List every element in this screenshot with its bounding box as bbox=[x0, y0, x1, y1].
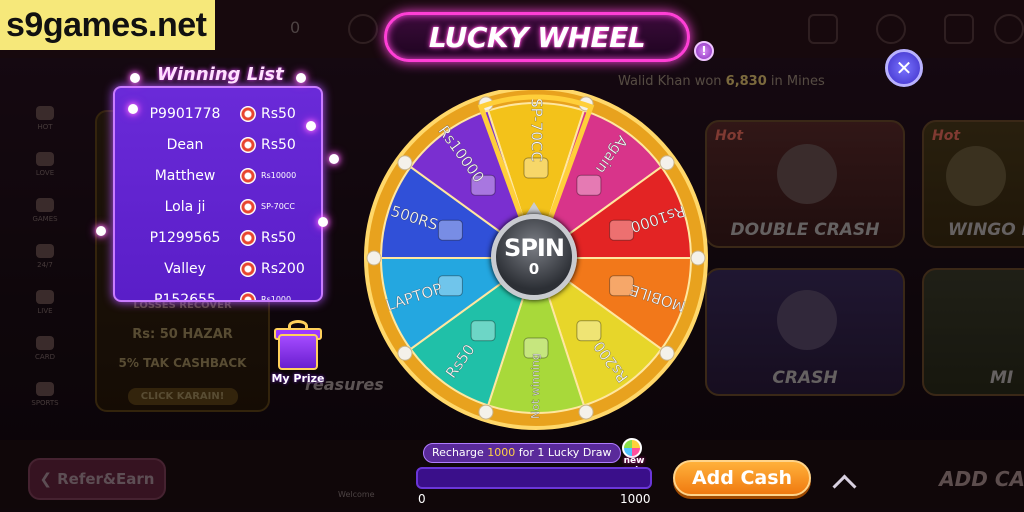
casino-chip-icon bbox=[240, 136, 256, 153]
casino-chip-icon bbox=[240, 167, 256, 184]
winning-list-row: Lola ji SP-70CC bbox=[115, 191, 321, 222]
winner-prize: Rs200 bbox=[261, 260, 305, 277]
winner-prize: Rs1000 bbox=[261, 295, 292, 302]
winner-name: Lola ji bbox=[164, 198, 206, 215]
winner-prize: SP-70CC bbox=[261, 202, 295, 211]
winner-prize: Rs50 bbox=[261, 136, 296, 153]
marquee-light bbox=[329, 154, 339, 164]
rim-light bbox=[366, 250, 382, 266]
winner-name: Matthew bbox=[154, 167, 216, 184]
recharge-progress-bar bbox=[416, 467, 652, 489]
wheel-segment-label: Not winning bbox=[529, 353, 542, 419]
winning-list-row: P152655 Rs1000 bbox=[115, 284, 321, 302]
ticket-icon bbox=[576, 174, 602, 196]
close-icon[interactable]: ✕ bbox=[885, 49, 923, 87]
rim-light bbox=[690, 250, 706, 266]
rim-light bbox=[478, 404, 494, 420]
casino-chip-icon bbox=[240, 229, 256, 246]
rim-light bbox=[397, 345, 413, 361]
new-spin-badge: new spin bbox=[612, 438, 652, 476]
spin-button[interactable]: SPIN 0 bbox=[491, 214, 577, 300]
my-prize-button[interactable]: My Prize bbox=[270, 320, 326, 392]
lucky-wheel-title-banner: LUCKY WHEEL bbox=[384, 12, 690, 62]
marquee-light bbox=[306, 121, 316, 131]
wheel-segment-label: SP-70CC bbox=[528, 98, 546, 162]
winning-list-panel[interactable]: P9901778 Rs50 Dean Rs50 Matthew Rs10000 Lola j… bbox=[113, 86, 323, 302]
rim-light bbox=[659, 345, 675, 361]
spin-label: SPIN bbox=[504, 234, 565, 262]
winning-list-title: Winning List bbox=[157, 64, 284, 85]
cash-stack-icon bbox=[576, 320, 602, 342]
recharge-amount: 1000 bbox=[487, 446, 516, 459]
rim-light bbox=[397, 155, 413, 171]
winner-name: Valley bbox=[164, 260, 206, 277]
winner-name: P152655 bbox=[154, 291, 216, 302]
winner-name: P1299565 bbox=[149, 229, 221, 246]
rim-light bbox=[578, 404, 594, 420]
chevron-up-icon[interactable] bbox=[830, 468, 856, 494]
marquee-light bbox=[128, 104, 138, 114]
winner-prize: Rs50 bbox=[261, 229, 296, 246]
info-icon[interactable]: ! bbox=[694, 41, 714, 61]
casino-chip-icon bbox=[240, 105, 256, 122]
winner-name: Dean bbox=[166, 136, 204, 153]
winning-list-row: P1299565 Rs50 bbox=[115, 222, 321, 253]
casino-chip-icon bbox=[240, 198, 256, 215]
recharge-tip: Recharge 1000 for 1 Lucky Draw bbox=[423, 443, 621, 463]
marquee-light bbox=[130, 73, 140, 83]
progress-max-label: 1000 bbox=[620, 492, 651, 506]
my-prize-label: My Prize bbox=[271, 372, 325, 385]
cash-stack-icon bbox=[437, 219, 463, 241]
lucky-wheel-icon bbox=[622, 438, 642, 458]
rim-light bbox=[659, 155, 675, 171]
site-watermark: s9games.net bbox=[0, 0, 215, 50]
casino-chip-icon bbox=[240, 260, 256, 277]
winning-list-row: P9901778 Rs50 bbox=[115, 98, 321, 129]
winning-list-row: Dean Rs50 bbox=[115, 129, 321, 160]
marquee-light bbox=[318, 217, 328, 227]
modal-title: LUCKY WHEEL bbox=[428, 20, 646, 54]
cash-stack-icon bbox=[470, 320, 496, 342]
winner-prize: Rs10000 bbox=[261, 171, 297, 180]
spin-count: 0 bbox=[528, 260, 540, 278]
winning-list-row: Valley Rs200 bbox=[115, 253, 321, 284]
winner-prize: Rs50 bbox=[261, 105, 296, 122]
marquee-light bbox=[96, 226, 106, 236]
marquee-light bbox=[296, 73, 306, 83]
add-cash-button[interactable]: Add Cash bbox=[673, 460, 811, 496]
winning-list-row: Matthew Rs10000 bbox=[115, 160, 321, 191]
progress-min-label: 0 bbox=[418, 492, 426, 506]
